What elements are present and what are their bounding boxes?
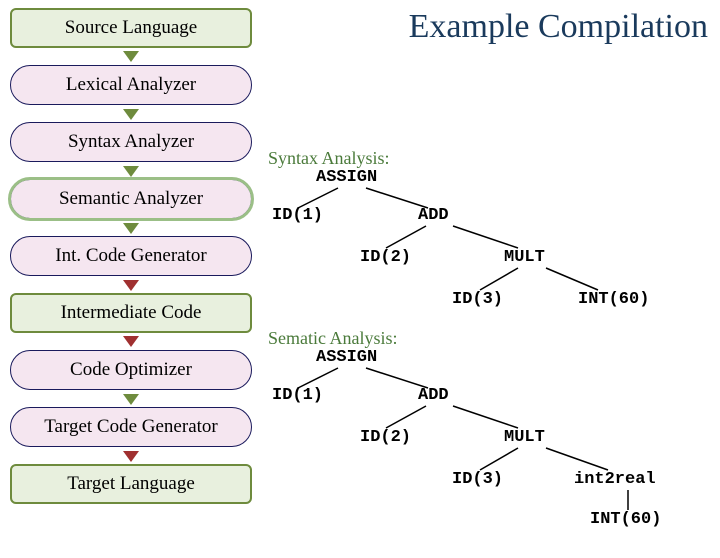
arrow-down-icon [123,166,139,177]
pipeline-column: Source Language Lexical Analyzer Syntax … [10,8,252,504]
tree-node-int60: INT(60) [578,290,649,309]
stage-syntax-analyzer: Syntax Analyzer [10,122,252,162]
arrow-down-icon [123,394,139,405]
stage-label: Intermediate Code [61,302,202,324]
syntax-analysis-label: Syntax Analysis: [268,148,390,169]
sematic-analysis-tree: Sematic Analysis: ASSIGN ID(1) ADD ID(2)… [268,328,708,548]
tree-node-id1: ID(1) [272,206,323,225]
sematic-analysis-label: Sematic Analysis: [268,328,398,349]
stage-target-code-generator: Target Code Generator [10,407,252,447]
tree-node-int2real: int2real [574,470,656,489]
arrow-down-icon [123,280,139,291]
tree-node-add: ADD [418,386,449,405]
tree-node-mult: MULT [504,428,545,447]
syntax-analysis-tree: Syntax Analysis: ASSIGN ID(1) ADD ID(2) … [268,148,708,328]
stage-label: Code Optimizer [70,359,192,381]
tree-node-mult: MULT [504,248,545,267]
tree-node-id2: ID(2) [360,428,411,447]
stage-lexical-analyzer: Lexical Analyzer [10,65,252,105]
stage-intermediate-code: Intermediate Code [10,293,252,333]
arrow-down-icon [123,451,139,462]
stage-label: Lexical Analyzer [66,74,196,96]
arrow-down-icon [123,336,139,347]
stage-target-language: Target Language [10,464,252,504]
arrow-down-icon [123,223,139,234]
tree-node-assign: ASSIGN [316,168,377,187]
tree-node-id2: ID(2) [360,248,411,267]
stage-semantic-analyzer: Semantic Analyzer [10,179,252,219]
analysis-panel: Syntax Analysis: ASSIGN ID(1) ADD ID(2) … [268,148,708,548]
stage-source-language: Source Language [10,8,252,48]
tree-node-id3: ID(3) [452,290,503,309]
tree-node-id3: ID(3) [452,470,503,489]
tree-node-assign: ASSIGN [316,348,377,367]
stage-label: Target Code Generator [44,416,217,438]
page-title: Example Compilation [409,8,708,46]
stage-label: Semantic Analyzer [59,188,203,210]
arrow-down-icon [123,51,139,62]
stage-label: Int. Code Generator [55,245,206,267]
tree-node-int60: INT(60) [590,510,661,529]
arrow-down-icon [123,109,139,120]
stage-label: Syntax Analyzer [68,131,194,153]
stage-label: Source Language [65,17,197,39]
tree-node-id1: ID(1) [272,386,323,405]
stage-code-optimizer: Code Optimizer [10,350,252,390]
stage-int-code-generator: Int. Code Generator [10,236,252,276]
stage-label: Target Language [67,473,195,495]
tree-node-add: ADD [418,206,449,225]
